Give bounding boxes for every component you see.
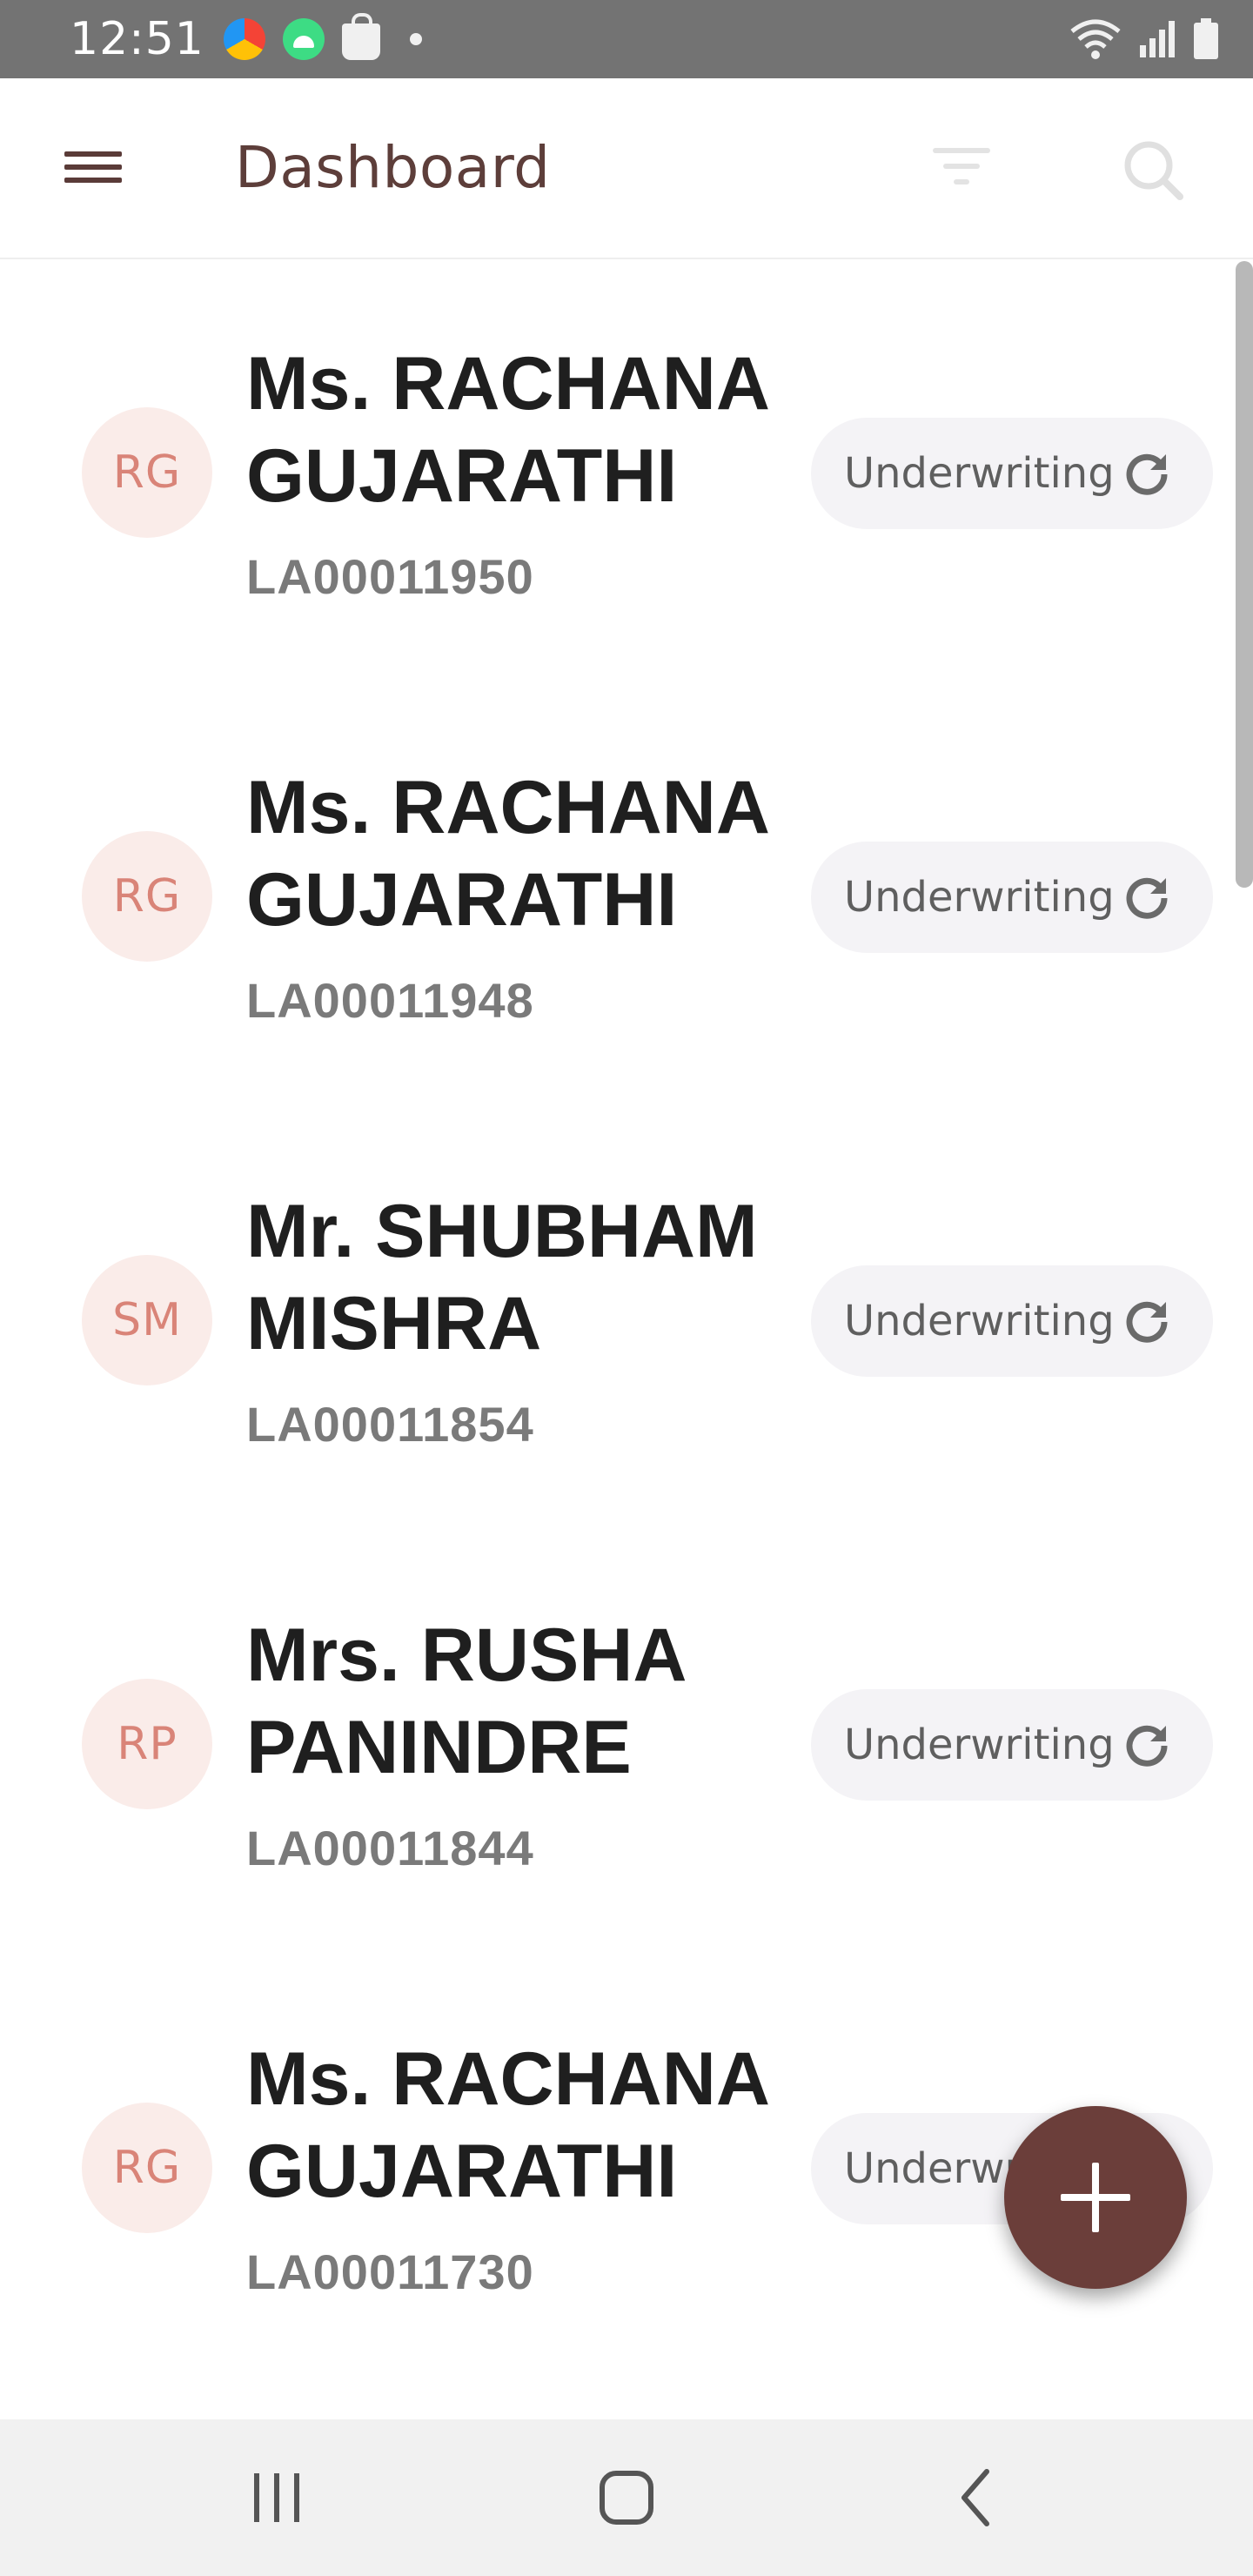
avatar: RG [82,407,212,538]
hamburger-menu-icon[interactable] [61,141,127,193]
avatar: RG [82,2103,212,2233]
avatar: SM [82,1255,212,1385]
system-icons [1069,17,1220,61]
status-chip[interactable]: Underwriting [811,1689,1213,1801]
refresh-icon[interactable] [1121,447,1173,500]
status-label: Underwriting [844,449,1115,498]
application-id: LA00011948 [246,973,534,1028]
status-chip[interactable]: Underwriting [811,1265,1213,1377]
status-label: Underwriting [844,873,1115,922]
status-label: Underwriting [844,1721,1115,1769]
android-icon [282,18,325,60]
application-id: LA00011854 [246,1397,534,1452]
avatar: RP [82,1679,212,1809]
application-id: LA00011844 [246,1821,534,1875]
refresh-icon[interactable] [1121,1295,1173,1347]
application-id: LA00011950 [246,549,534,604]
wifi-icon [1070,19,1121,59]
screen: 12:51 Dashboard RG Ms. RACHANA GUJARATHI… [0,0,1253,2576]
status-chip[interactable]: Underwriting [811,842,1213,953]
customer-name: Mrs. RUSHA PANINDRE [246,1613,685,1789]
plus-icon [1061,2163,1130,2232]
status-time: 12:51 [70,13,204,65]
list-item[interactable]: RG Ms. RACHANA GUJARATHI LA00011950 Unde… [0,261,1253,685]
home-button[interactable] [574,2454,679,2541]
notification-icons [223,13,422,60]
search-icon[interactable] [1114,131,1192,209]
refresh-icon[interactable] [1121,1719,1173,1771]
filter-icon[interactable] [922,129,1001,207]
list-item[interactable]: RG Ms. RACHANA GUJARATHI LA00011948 Unde… [0,685,1253,1109]
browser-app-icon [223,18,265,60]
list-item[interactable]: RP Mrs. RUSHA PANINDRE LA00011844 Underw… [0,1533,1253,1956]
application-id: LA00011730 [246,2244,534,2299]
app-bar: Dashboard [0,78,1253,259]
recents-button[interactable] [224,2454,329,2541]
status-chip[interactable]: Underwriting [811,418,1213,529]
add-button[interactable] [1004,2106,1187,2289]
scrollbar[interactable] [1236,261,1253,888]
signal-icon [1140,21,1175,57]
status-bar: 12:51 [0,0,1253,78]
customer-name: Ms. RACHANA GUJARATHI [246,342,767,518]
recents-icon [254,2473,299,2522]
more-notifications-dot-icon [409,33,422,45]
system-nav-bar [0,2419,1253,2576]
home-icon [600,2471,653,2525]
policy-list: RG Ms. RACHANA GUJARATHI LA00011950 Unde… [0,261,1253,2380]
list-item[interactable]: SM Mr. SHUBHAM MISHRA LA00011854 Underwr… [0,1109,1253,1533]
shopping-bag-icon [341,13,380,60]
back-button[interactable] [924,2454,1029,2541]
page-title: Dashboard [235,134,551,201]
battery-icon [1194,18,1218,59]
avatar: RG [82,831,212,962]
customer-name: Ms. RACHANA GUJARATHI [246,2037,767,2213]
customer-name: Ms. RACHANA GUJARATHI [246,766,767,942]
back-icon [962,2469,989,2526]
customer-name: Mr. SHUBHAM MISHRA [246,1190,758,1365]
status-label: Underwriting [844,1297,1115,1345]
refresh-icon[interactable] [1121,871,1173,923]
